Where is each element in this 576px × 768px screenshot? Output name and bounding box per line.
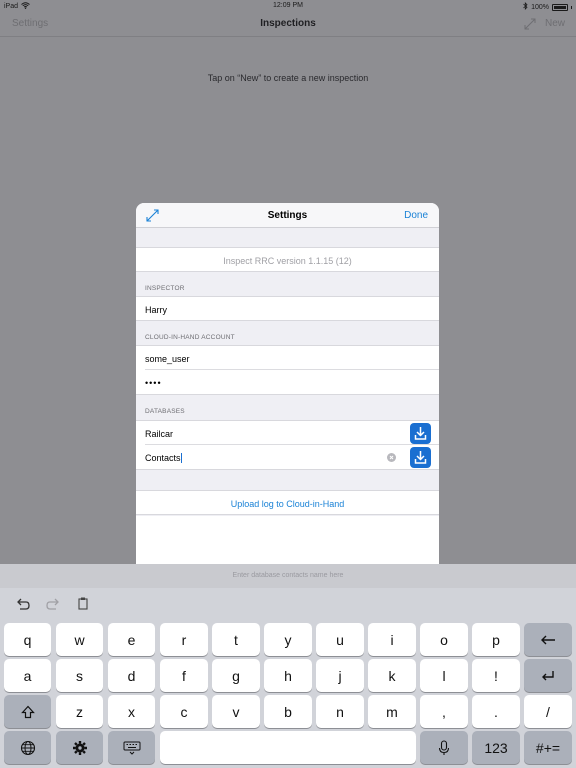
shift-icon[interactable] <box>4 695 51 728</box>
battery-icon <box>552 3 568 11</box>
numbers-key[interactable]: 123 <box>472 731 520 764</box>
key-k[interactable]: k <box>368 659 416 692</box>
status-bar: iPad 12:09 PM 100% <box>0 0 576 12</box>
done-button[interactable]: Done <box>404 210 428 221</box>
key-i[interactable]: i <box>368 623 416 656</box>
password-value[interactable]: •••• <box>145 378 162 388</box>
key-z[interactable]: z <box>56 695 103 728</box>
key-h[interactable]: h <box>264 659 312 692</box>
database-row-railcar[interactable]: Railcar <box>136 420 439 445</box>
key-t[interactable]: t <box>212 623 260 656</box>
database-row-contacts[interactable]: Contacts <box>136 445 439 470</box>
key-period[interactable]: . <box>472 695 520 728</box>
settings-header: Settings Done <box>136 203 439 228</box>
username-field[interactable]: some_user <box>136 345 439 370</box>
symbols-key[interactable]: #+= <box>524 731 572 764</box>
key-j[interactable]: j <box>316 659 364 692</box>
key-a[interactable]: a <box>4 659 51 692</box>
database-name-input[interactable]: Contacts <box>145 453 182 463</box>
inspector-section-label: INSPECTOR <box>145 285 185 292</box>
page-title: Inspections <box>260 18 316 29</box>
version-row: Inspect RRC version 1.1.15 (12) <box>136 247 439 272</box>
key-r[interactable]: r <box>160 623 208 656</box>
key-c[interactable]: c <box>160 695 208 728</box>
upload-log-button[interactable]: Upload log to Cloud-in-Hand <box>136 491 439 509</box>
return-icon[interactable] <box>524 659 572 692</box>
username-value[interactable]: some_user <box>145 354 190 364</box>
keyboard-dismiss-icon[interactable] <box>108 731 155 764</box>
settings-modal: Settings Done Inspect RRC version 1.1.15… <box>136 203 439 564</box>
key-comma[interactable]: , <box>420 695 468 728</box>
account-section-label: CLOUD-IN-HAND ACCOUNT <box>145 334 235 341</box>
key-y[interactable]: y <box>264 623 312 656</box>
undo-icon[interactable] <box>14 596 32 612</box>
key-f[interactable]: f <box>160 659 208 692</box>
key-l[interactable]: l <box>420 659 468 692</box>
status-time: 12:09 PM <box>273 2 303 9</box>
battery-percent: 100% <box>531 3 549 11</box>
globe-icon[interactable] <box>4 731 51 764</box>
upload-log-row[interactable]: Upload log to Cloud-in-Hand <box>136 490 439 515</box>
key-q[interactable]: q <box>4 623 51 656</box>
backspace-icon[interactable] <box>524 623 572 656</box>
settings-title: Settings <box>267 210 308 221</box>
expand-icon[interactable] <box>524 17 536 30</box>
password-field[interactable]: •••• <box>136 370 439 395</box>
key-d[interactable]: d <box>108 659 155 692</box>
keyboard: Enter database contacts name here q w e … <box>0 564 576 768</box>
databases-section-label: DATABASES <box>145 408 185 415</box>
key-e[interactable]: e <box>108 623 155 656</box>
keyboard-input-hint: Enter database contacts name here <box>0 564 576 588</box>
key-n[interactable]: n <box>316 695 364 728</box>
paste-icon[interactable] <box>74 596 92 612</box>
clear-icon[interactable] <box>387 453 396 462</box>
inspector-field[interactable]: Harry <box>136 296 439 321</box>
database-name[interactable]: Railcar <box>145 429 173 439</box>
key-exclamation[interactable]: ! <box>472 659 520 692</box>
gear-icon[interactable] <box>56 731 103 764</box>
key-u[interactable]: u <box>316 623 364 656</box>
key-slash[interactable]: / <box>524 695 572 728</box>
download-icon[interactable] <box>410 423 431 444</box>
key-m[interactable]: m <box>368 695 416 728</box>
bluetooth-icon <box>523 2 528 12</box>
text-cursor <box>180 453 182 463</box>
redo-icon[interactable] <box>44 596 62 612</box>
navigation-bar: Settings Inspections New <box>0 12 576 37</box>
empty-state-hint: Tap on “New” to create a new inspection <box>207 73 369 83</box>
modal-footer-space <box>136 516 439 564</box>
key-s[interactable]: s <box>56 659 103 692</box>
new-inspection-button[interactable]: New <box>545 18 565 29</box>
version-label: Inspect RRC version 1.1.15 (12) <box>223 256 352 266</box>
dictation-icon[interactable] <box>420 731 468 764</box>
key-o[interactable]: o <box>420 623 468 656</box>
space-bar[interactable] <box>160 731 416 764</box>
download-icon[interactable] <box>410 447 431 468</box>
keyboard-shortcut-bar <box>0 588 576 624</box>
inspector-name[interactable]: Harry <box>145 305 167 315</box>
key-p[interactable]: p <box>472 623 520 656</box>
key-x[interactable]: x <box>108 695 155 728</box>
key-v[interactable]: v <box>212 695 260 728</box>
key-b[interactable]: b <box>264 695 312 728</box>
key-g[interactable]: g <box>212 659 260 692</box>
key-w[interactable]: w <box>56 623 103 656</box>
